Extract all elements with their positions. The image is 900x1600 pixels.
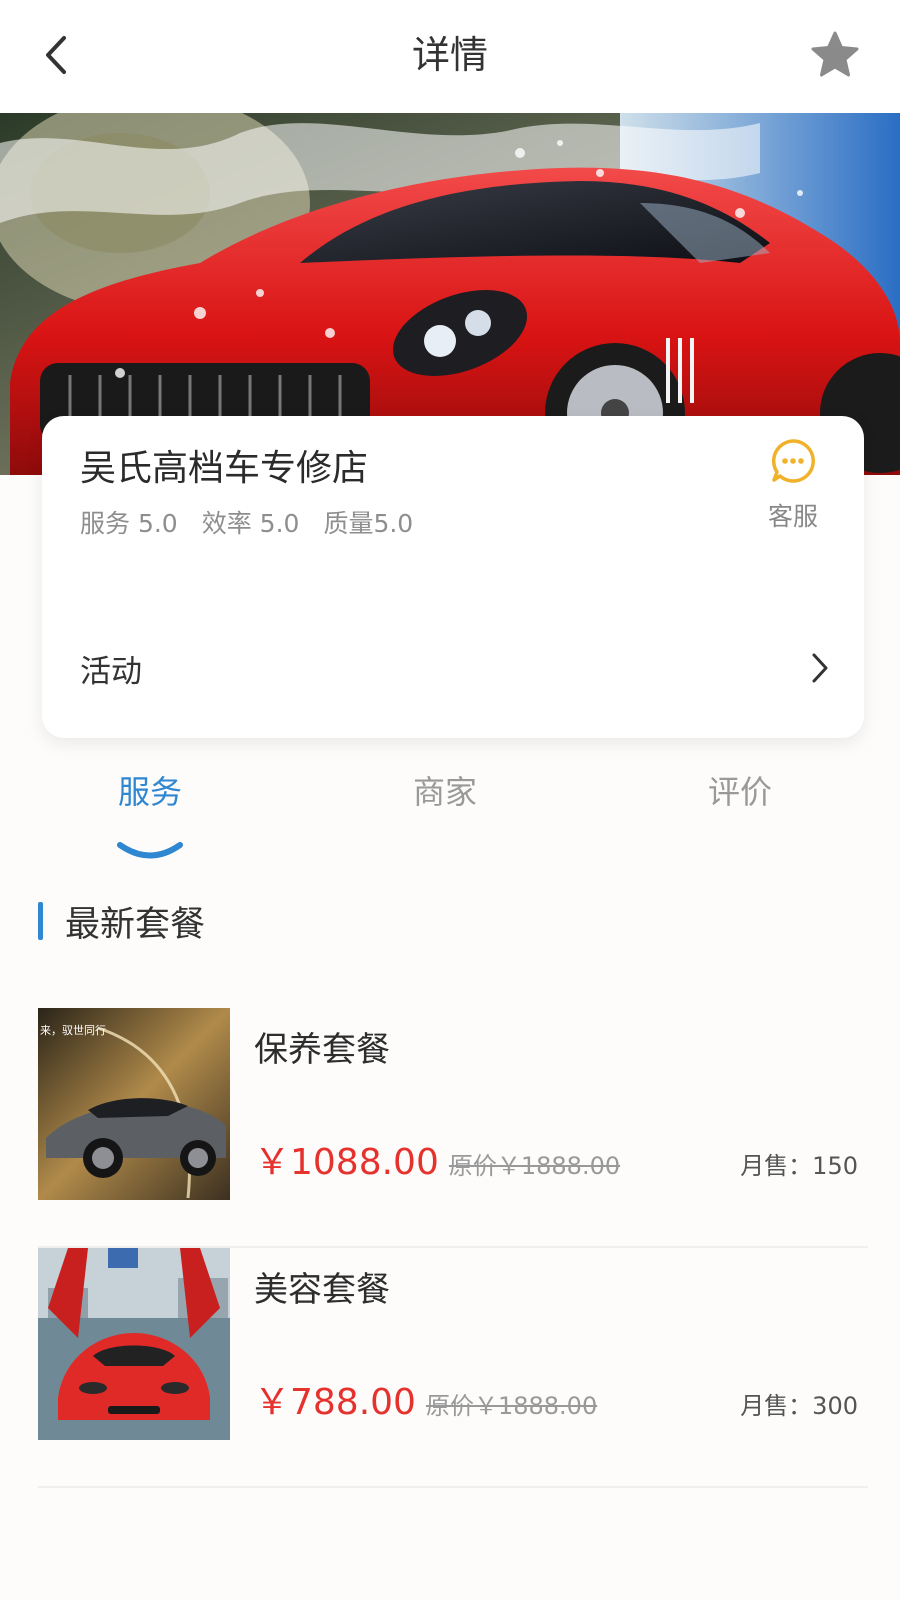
store-ratings: 服务 5.0 效率 5.0 质量5.0: [80, 506, 413, 542]
package-item[interactable]: 来，驭世同行 保养套餐 ￥1088.00 原价￥1888.00 月售：150: [38, 1008, 868, 1248]
chevron-right-icon: [812, 653, 828, 683]
active-tab-indicator: [117, 842, 183, 859]
rating-quality: 质量5.0: [323, 509, 414, 538]
page-title: 详情: [411, 33, 488, 77]
rating-service: 服务 5.0: [80, 509, 178, 538]
package-original-price: 原价￥1888.00: [448, 1152, 621, 1180]
top-nav-bar: 详情: [0, 0, 900, 113]
package-thumbnail: 来，驭世同行: [38, 1008, 230, 1200]
section-title: 最新套餐: [65, 904, 206, 945]
package-item[interactable]: 美容套餐 ￥788.00 原价￥1888.00 月售：300: [38, 1248, 868, 1488]
customer-service-button[interactable]: 客服: [758, 438, 828, 534]
package-thumbnail: [38, 1248, 230, 1440]
thumbnail-caption: 来，驭世同行: [40, 1024, 106, 1037]
activity-label: 活动: [80, 653, 142, 690]
tab-merchant[interactable]: 商家: [365, 770, 525, 814]
package-monthly-sales: 月售：150: [740, 1152, 858, 1180]
chat-bubble-icon: [771, 439, 815, 483]
activity-row[interactable]: 活动: [80, 638, 830, 698]
package-price: ￥788.00: [254, 1382, 416, 1423]
package-name: 保养套餐: [254, 1030, 390, 1070]
favorite-button[interactable]: [806, 26, 864, 84]
tab-reviews[interactable]: 评价: [660, 770, 820, 814]
package-original-price: 原价￥1888.00: [425, 1392, 598, 1420]
section-accent-bar: [38, 902, 43, 940]
tab-services[interactable]: 服务: [70, 770, 230, 814]
package-price-row: ￥1088.00 原价￥1888.00 月售：150: [254, 1138, 858, 1194]
package-name: 美容套餐: [254, 1270, 390, 1310]
section-header: 最新套餐: [38, 898, 206, 945]
package-price-row: ￥788.00 原价￥1888.00 月售：300: [254, 1378, 858, 1434]
package-monthly-sales: 月售：300: [740, 1392, 858, 1420]
store-name: 吴氏高档车专修店: [80, 448, 369, 489]
store-info-card: 吴氏高档车专修店 服务 5.0 效率 5.0 质量5.0 客服 活动: [42, 416, 864, 738]
package-price: ￥1088.00: [254, 1142, 439, 1183]
customer-service-label: 客服: [767, 502, 818, 531]
rating-efficiency: 效率 5.0: [201, 509, 300, 538]
star-icon: [811, 31, 859, 77]
